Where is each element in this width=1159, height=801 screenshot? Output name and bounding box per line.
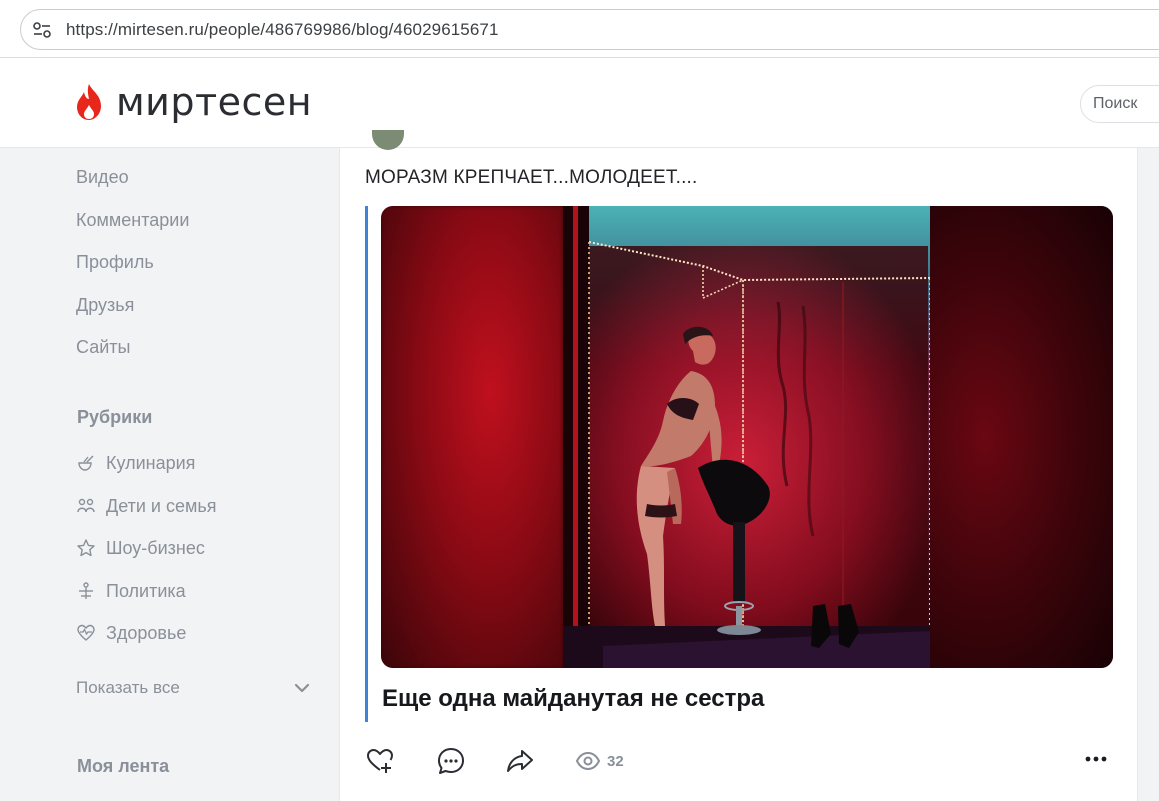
site-logo[interactable]: миртесен xyxy=(74,82,312,122)
post-actions: 32 xyxy=(340,746,1139,780)
browser-toolbar: https://mirtesen.ru/people/486769986/blo… xyxy=(0,0,1159,58)
search-input[interactable]: Поиск xyxy=(1080,85,1159,123)
comment-icon[interactable] xyxy=(436,746,466,776)
rubric-cooking[interactable]: Кулинария xyxy=(76,451,195,475)
eye-icon xyxy=(575,751,601,771)
tune-icon[interactable] xyxy=(33,22,51,38)
site-header: миртесен Поиск xyxy=(0,58,1159,148)
views-count: 32 xyxy=(607,752,624,770)
search-placeholder: Поиск xyxy=(1093,95,1138,112)
rubric-showbiz[interactable]: Шоу-бизнес xyxy=(76,536,205,560)
post-image[interactable] xyxy=(381,206,1113,668)
politics-icon xyxy=(79,582,93,599)
stage-photo xyxy=(563,206,930,668)
sidebar: Видео Комментарии Профиль Друзья Сайты Р… xyxy=(0,148,338,801)
post-card: МОРАЗМ КРЕПЧАЕТ...МОЛОДЕЕТ.... Еще одна … xyxy=(339,130,1139,801)
heart-plus-icon[interactable] xyxy=(365,746,395,776)
sidebar-item-comments[interactable]: Комментарии xyxy=(76,210,189,231)
sidebar-item-profile[interactable]: Профиль xyxy=(76,252,154,273)
sidebar-item-video[interactable]: Видео xyxy=(76,167,129,188)
rubric-label: Дети и семья xyxy=(106,495,217,516)
family-icon xyxy=(77,498,95,513)
share-icon[interactable] xyxy=(505,746,535,776)
image-blur-right xyxy=(930,206,1113,668)
heart-pulse-icon xyxy=(77,624,95,641)
rubrics-heading: Рубрики xyxy=(77,407,153,427)
chevron-down-icon[interactable] xyxy=(294,682,310,694)
rubric-label: Политика xyxy=(106,580,186,601)
more-dots-icon[interactable] xyxy=(1084,754,1108,764)
rubric-label: Шоу-бизнес xyxy=(106,537,205,558)
rubric-health[interactable]: Здоровье xyxy=(76,621,186,645)
rubric-label: Кулинария xyxy=(106,452,196,473)
my-feed-heading[interactable]: Моя лента xyxy=(77,756,169,777)
address-bar[interactable]: https://mirtesen.ru/people/486769986/blo… xyxy=(20,9,1159,50)
url-text[interactable]: https://mirtesen.ru/people/486769986/blo… xyxy=(66,20,499,40)
sidebar-item-friends[interactable]: Друзья xyxy=(76,295,134,316)
star-icon xyxy=(77,539,95,557)
rubric-politics[interactable]: Политика xyxy=(76,579,186,603)
flame-icon xyxy=(77,84,101,120)
cooking-icon xyxy=(78,455,94,471)
logo-text: миртесен xyxy=(116,80,313,124)
views-counter: 32 xyxy=(575,748,624,774)
image-blur-left xyxy=(381,206,563,668)
post-text: МОРАЗМ КРЕПЧАЕТ...МОЛОДЕЕТ.... xyxy=(365,167,698,188)
quote-accent-bar xyxy=(365,206,368,722)
sidebar-item-sites[interactable]: Сайты xyxy=(76,337,130,358)
article-title[interactable]: Еще одна майданутая не сестра xyxy=(382,685,764,713)
show-all-link[interactable]: Показать все xyxy=(76,678,180,698)
rubric-label: Здоровье xyxy=(106,622,187,643)
rubric-family[interactable]: Дети и семья xyxy=(76,494,216,518)
